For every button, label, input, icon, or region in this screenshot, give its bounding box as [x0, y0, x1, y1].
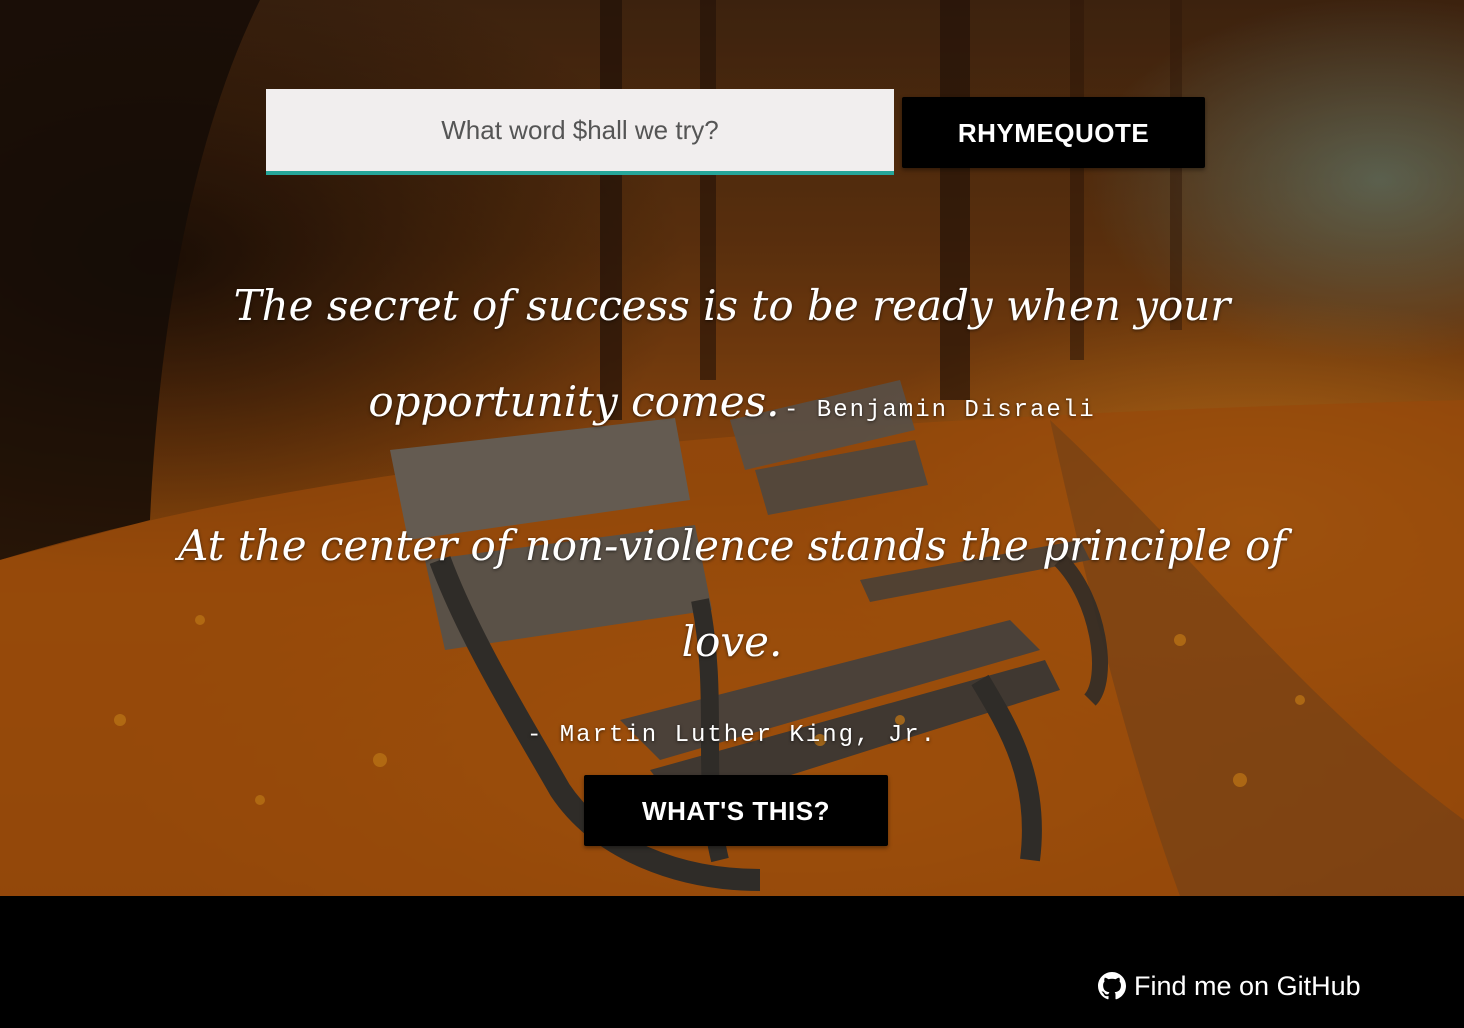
- search-container: [266, 89, 894, 175]
- github-icon: [1098, 972, 1126, 1000]
- quote-block: At the center of non-violence stands the…: [150, 498, 1314, 752]
- quote-block: The secret of success is to be ready whe…: [150, 258, 1314, 450]
- github-link[interactable]: Find me on GitHub: [1098, 968, 1361, 1004]
- rhymequote-button[interactable]: RHYMEQUOTE: [902, 97, 1205, 168]
- quote-text: At the center of non-violence stands the…: [177, 521, 1287, 666]
- hero-background: RHYMEQUOTE The secret of success is to b…: [0, 0, 1464, 896]
- footer: Find me on GitHub: [0, 896, 1464, 1028]
- github-link-label: Find me on GitHub: [1134, 970, 1361, 1001]
- word-search-input[interactable]: [266, 89, 894, 175]
- quote-author: - Martin Luther King, Jr.: [526, 722, 938, 749]
- quote-author: - Benjamin Disraeli: [783, 397, 1096, 424]
- whats-this-button[interactable]: WHAT'S THIS?: [584, 775, 888, 846]
